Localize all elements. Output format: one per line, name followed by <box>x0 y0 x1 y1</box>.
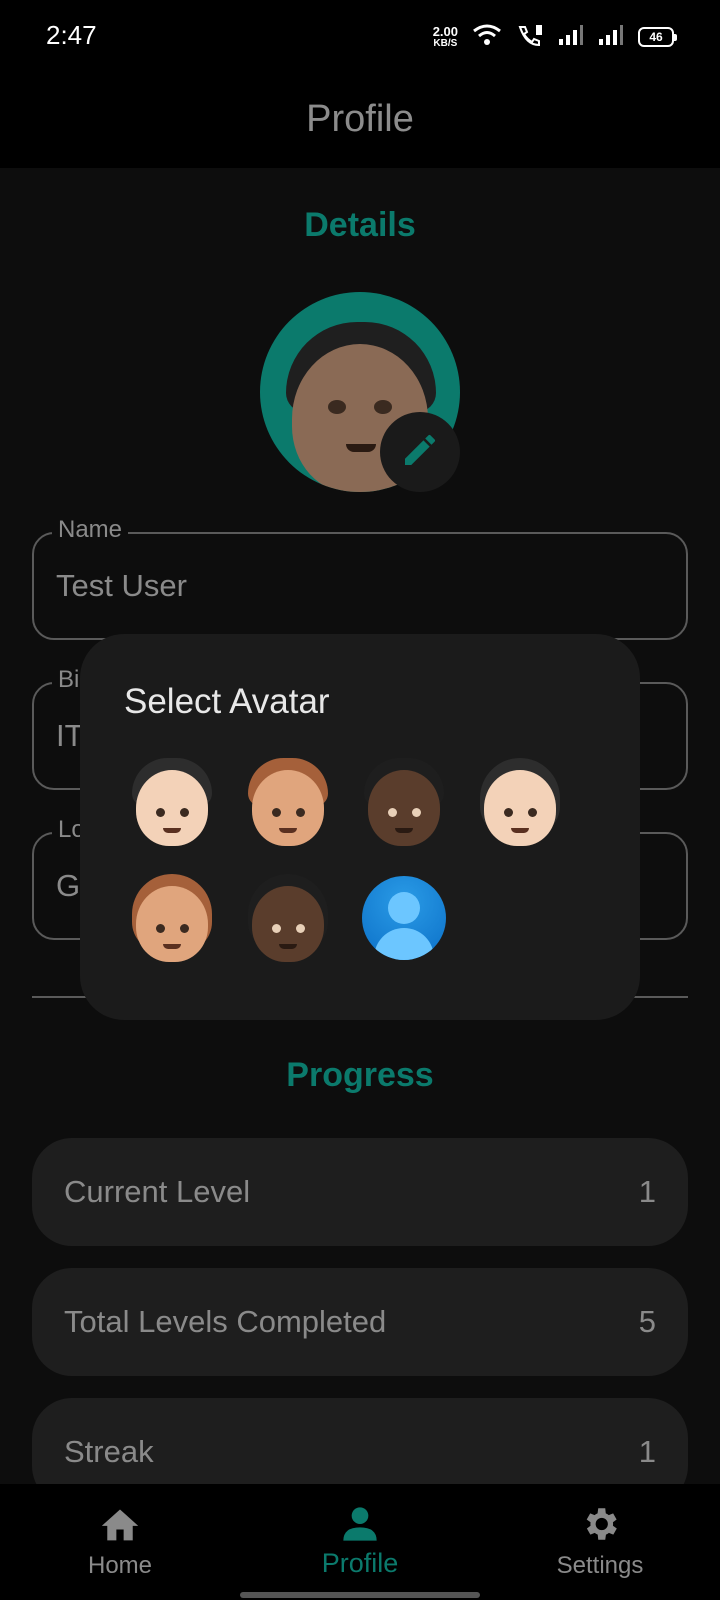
option-face <box>252 770 324 846</box>
select-avatar-dialog: Select Avatar <box>80 634 640 1020</box>
name-field[interactable]: Name Test User <box>32 516 688 640</box>
nav-item-settings[interactable]: Settings <box>500 1484 700 1600</box>
avatar-option-man-light-skin[interactable] <box>130 756 214 848</box>
option-eye-left <box>504 808 513 817</box>
page-title: Profile <box>306 97 414 140</box>
network-speed: 2.00 KB/S <box>433 25 458 49</box>
option-eye-right <box>180 924 189 933</box>
stat-label: Total Levels Completed <box>64 1304 387 1339</box>
option-eye-left <box>272 924 281 933</box>
avatar-eye-left <box>328 400 346 414</box>
stat-value: 5 <box>638 1304 656 1339</box>
stat-value: 1 <box>638 1174 656 1209</box>
stat-current-level: Current Level 1 <box>32 1138 688 1246</box>
avatar-option-woman-dark-skin[interactable] <box>246 872 330 964</box>
option-eye-right <box>412 808 421 817</box>
pencil-icon <box>400 430 440 475</box>
person-body <box>374 928 434 960</box>
gear-icon <box>579 1502 621 1546</box>
person-head <box>388 892 420 924</box>
wifi-calling-icon <box>516 23 544 52</box>
option-face <box>252 886 324 962</box>
nav-label-home: Home <box>87 1552 153 1579</box>
avatar-option-woman-light-skin[interactable] <box>478 756 562 848</box>
bottom-navigation: Home Profile Settings <box>0 1484 720 1600</box>
option-mouth <box>279 828 297 833</box>
location-field-value: G <box>56 868 81 903</box>
signal-icon-2 <box>598 24 624 51</box>
option-eye-right <box>296 924 305 933</box>
status-icons: 2.00 KB/S 46 <box>433 22 677 52</box>
avatar-option-man-dark-skin[interactable] <box>362 756 446 848</box>
name-field-label: Name <box>52 516 129 544</box>
avatar-option-man-medium-light-skin[interactable] <box>246 756 330 848</box>
option-eye-left <box>156 808 165 817</box>
home-icon <box>98 1502 142 1546</box>
avatar-eye-right <box>374 400 392 414</box>
battery-indicator: 46 <box>638 27 677 47</box>
option-mouth <box>163 944 181 949</box>
stat-value: 1 <box>638 1434 656 1469</box>
status-bar: 2:47 2.00 KB/S 46 <box>0 0 720 70</box>
generic-person-icon <box>362 876 446 960</box>
option-face <box>136 886 208 962</box>
avatar-mouth <box>346 444 376 452</box>
progress-section-title: Progress <box>286 1056 434 1094</box>
nav-item-home[interactable]: Home <box>20 1484 220 1600</box>
option-eye-right <box>296 808 305 817</box>
option-eye-left <box>272 808 281 817</box>
signal-icon-1 <box>558 24 584 51</box>
name-field-value: Test User <box>56 568 187 603</box>
option-mouth <box>511 828 529 833</box>
option-face <box>484 770 556 846</box>
option-eye-right <box>180 808 189 817</box>
network-speed-value: 2.00 <box>432 24 458 39</box>
stat-label: Streak <box>64 1434 154 1469</box>
nav-label-profile: Profile <box>321 1548 399 1578</box>
home-indicator[interactable] <box>240 1592 480 1598</box>
avatar-option-generic-person[interactable] <box>362 872 446 964</box>
option-eye-left <box>388 808 397 817</box>
option-mouth <box>395 828 413 833</box>
app-bar: Profile <box>0 70 720 168</box>
option-face <box>136 770 208 846</box>
nav-label-settings: Settings <box>556 1552 644 1579</box>
network-speed-unit: KB/S <box>433 38 458 49</box>
edit-avatar-button[interactable] <box>380 412 460 492</box>
option-face <box>368 770 440 846</box>
details-section-title: Details <box>304 206 416 244</box>
wifi-icon <box>472 23 502 52</box>
avatar-option-woman-medium-light-skin[interactable] <box>130 872 214 964</box>
nav-item-profile[interactable]: Profile <box>260 1484 460 1600</box>
option-eye-right <box>528 808 537 817</box>
stat-label: Current Level <box>64 1174 251 1209</box>
option-mouth <box>163 828 181 833</box>
option-eye-left <box>156 924 165 933</box>
person-icon <box>340 1502 380 1546</box>
dialog-title: Select Avatar <box>124 682 330 721</box>
stat-total-levels: Total Levels Completed 5 <box>32 1268 688 1376</box>
option-mouth <box>279 944 297 949</box>
status-time: 2:47 <box>46 20 97 50</box>
